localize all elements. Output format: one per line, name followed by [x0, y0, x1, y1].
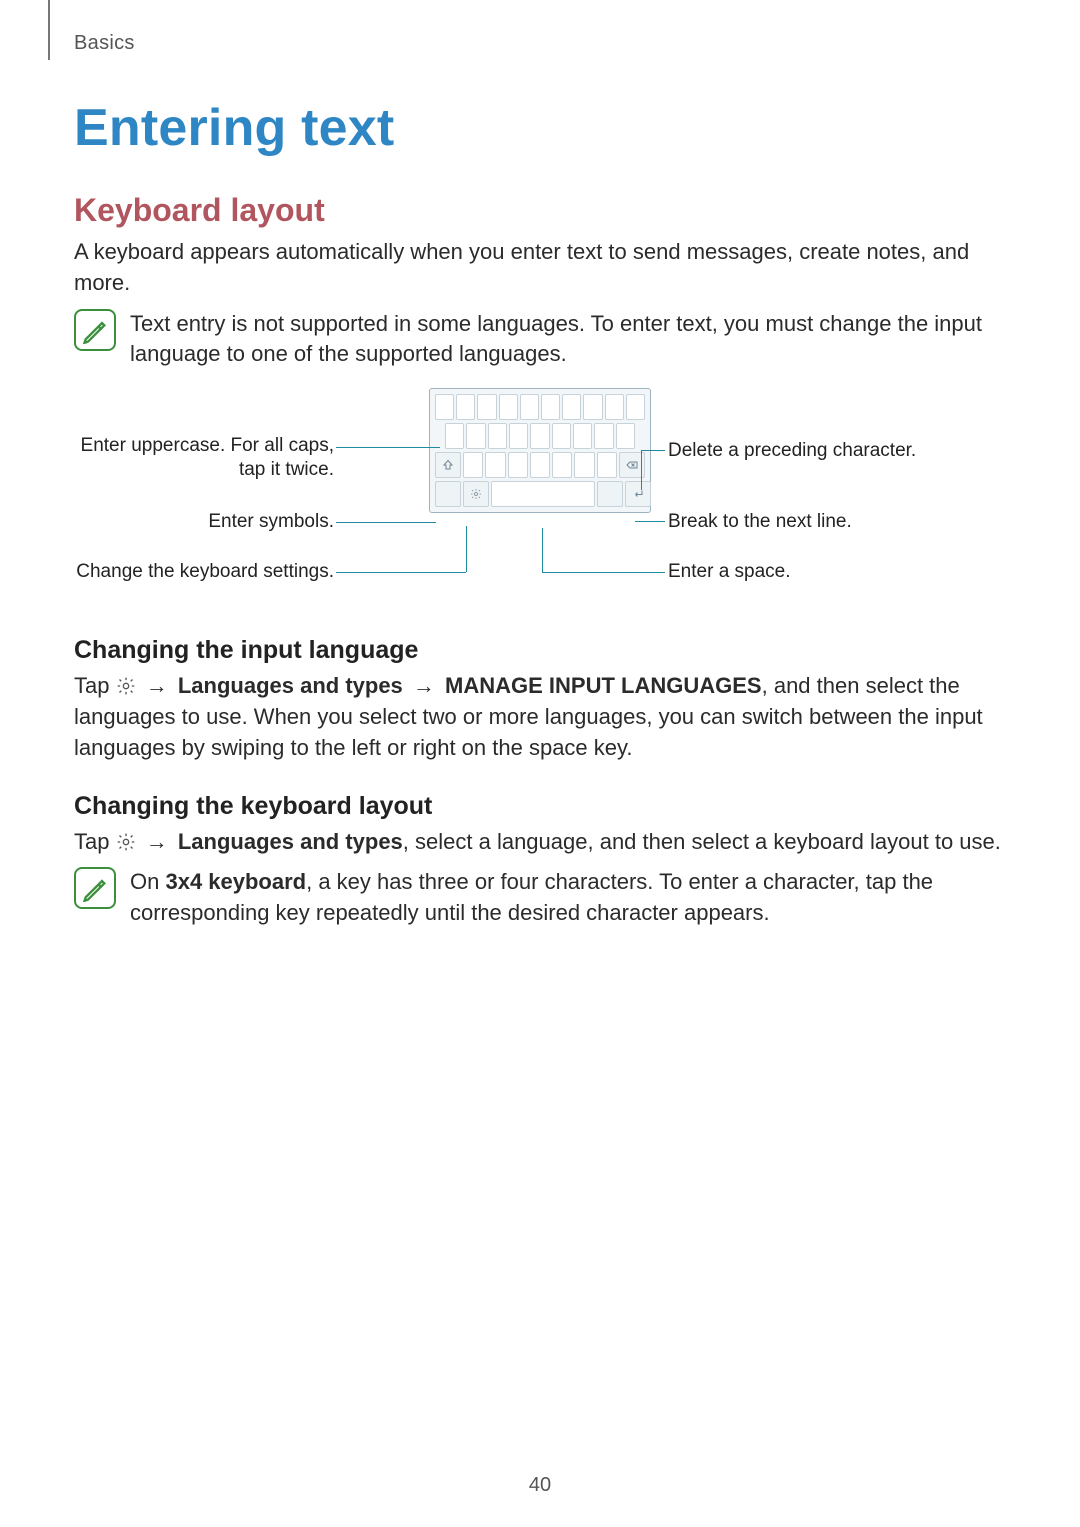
text-bold: MANAGE INPUT LANGUAGES	[445, 673, 762, 698]
callout-settings: Change the keyboard settings.	[74, 560, 334, 584]
enter-key	[625, 481, 651, 507]
leader-line	[336, 447, 440, 448]
leader-line	[641, 450, 642, 490]
note-text-1: Text entry is not supported in some lang…	[130, 309, 1006, 371]
shift-key	[435, 452, 461, 478]
arrow-icon: →	[409, 673, 439, 698]
gear-icon	[116, 674, 136, 694]
leader-line	[641, 450, 665, 451]
space-key	[491, 481, 595, 507]
text-bold: Languages and types	[178, 829, 403, 854]
text: On	[130, 869, 165, 894]
section-label: Basics	[74, 32, 135, 55]
heading-changing-input-language: Changing the input language	[74, 636, 1006, 665]
header-rule	[48, 0, 50, 60]
callout-nextline: Break to the next line.	[668, 510, 852, 534]
callout-symbols: Enter symbols.	[74, 510, 334, 534]
note-icon	[74, 309, 116, 351]
leader-line	[635, 521, 665, 522]
callout-uppercase: Enter uppercase. For all caps, tap it tw…	[74, 434, 334, 482]
text-bold: Languages and types	[178, 673, 403, 698]
note-text-2: On 3x4 keyboard, a key has three or four…	[130, 867, 1006, 929]
note-icon	[74, 867, 116, 909]
keyboard-illustration	[429, 388, 651, 513]
arrow-icon: →	[142, 673, 172, 698]
section-heading-keyboard-layout: Keyboard layout	[74, 192, 1006, 229]
symbols-key	[435, 481, 461, 507]
leader-line	[336, 572, 466, 573]
callout-space: Enter a space.	[668, 560, 791, 584]
page-title: Entering text	[74, 28, 1006, 158]
note-block-2: On 3x4 keyboard, a key has three or four…	[74, 867, 1006, 929]
callout-delete: Delete a preceding character.	[668, 439, 916, 463]
keyboard-figure: Enter uppercase. For all caps, tap it tw…	[74, 388, 1006, 608]
leader-line	[336, 522, 436, 523]
text: , select a language, and then select a k…	[403, 829, 1001, 854]
text: Tap	[74, 829, 116, 854]
page-number: 40	[0, 1474, 1080, 1497]
text-bold: 3x4 keyboard	[165, 869, 306, 894]
text: Tap	[74, 673, 116, 698]
gear-icon	[116, 830, 136, 850]
leader-line	[466, 526, 467, 572]
heading-changing-keyboard-layout: Changing the keyboard layout	[74, 792, 1006, 821]
leader-line	[542, 528, 543, 572]
note-block-1: Text entry is not supported in some lang…	[74, 309, 1006, 371]
paragraph-changing-keyboard-layout: Tap → Languages and types, select a lang…	[74, 827, 1006, 858]
leader-line	[542, 572, 665, 573]
settings-key	[463, 481, 489, 507]
paragraph-changing-input-language: Tap → Languages and types → MANAGE INPUT…	[74, 671, 1006, 763]
arrow-icon: →	[142, 829, 172, 854]
intro-paragraph: A keyboard appears automatically when yo…	[74, 237, 1006, 299]
